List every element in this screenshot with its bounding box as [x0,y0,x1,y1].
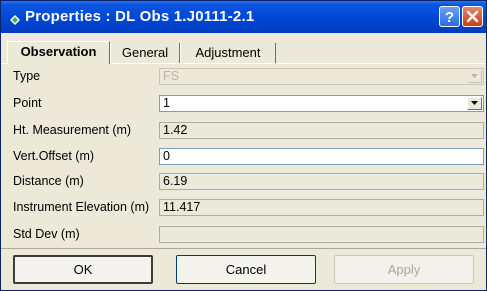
observation-panel: Type FS Point 1 Ht. Measurement (m) 1.42 [1,63,486,248]
row-distance: Distance (m) 6.19 [1,171,486,195]
button-bar: OK Cancel Apply [1,248,486,291]
distance-label: Distance (m) [13,174,84,188]
ok-button[interactable]: OK [13,255,153,284]
window-title: Properties : DL Obs 1.J0111-2.1 [25,8,255,25]
instrument-elevation-field: 11.417 [159,199,484,216]
tab-general[interactable]: General [110,43,180,64]
row-ht-measurement: Ht. Measurement (m) 1.42 [1,120,486,144]
distance-field: 6.19 [159,173,484,190]
type-dropdown-button [467,70,482,83]
point-label: Point [13,96,42,110]
svg-text:?: ? [445,9,454,26]
ht-measurement-field: 1.42 [159,122,484,139]
instrument-elevation-label: Instrument Elevation (m) [13,200,150,214]
tab-adjustment[interactable]: Adjustment [180,43,276,64]
properties-dialog: Properties : DL Obs 1.J0111-2.1 ? Observ… [0,0,487,291]
std-dev-field [159,226,484,243]
type-value: FS [163,69,179,83]
chevron-down-icon [471,101,478,105]
row-std-dev: Std Dev (m) [1,224,486,248]
title-bar[interactable]: Properties : DL Obs 1.J0111-2.1 ? [1,1,486,33]
close-button[interactable] [462,6,483,27]
point-select[interactable]: 1 [159,95,484,112]
row-point: Point 1 [1,93,486,117]
chevron-down-icon [471,74,478,78]
app-icon [10,12,20,25]
help-button[interactable]: ? [439,6,460,27]
point-dropdown-button[interactable] [467,97,482,110]
vert-offset-input[interactable]: 0 [159,148,484,165]
vert-offset-label: Vert.Offset (m) [13,149,95,163]
type-label: Type [13,69,41,83]
std-dev-label: Std Dev (m) [13,227,80,241]
point-value: 1 [163,96,170,110]
ht-measurement-label: Ht. Measurement (m) [13,123,132,137]
type-select: FS [159,68,484,85]
cancel-button[interactable]: Cancel [176,255,316,284]
apply-button[interactable]: Apply [334,255,474,284]
row-vert-offset: Vert.Offset (m) 0 [1,146,486,170]
tab-observation[interactable]: Observation [7,41,110,64]
row-instrument-elevation: Instrument Elevation (m) 11.417 [1,197,486,221]
row-type: Type FS [1,66,486,90]
